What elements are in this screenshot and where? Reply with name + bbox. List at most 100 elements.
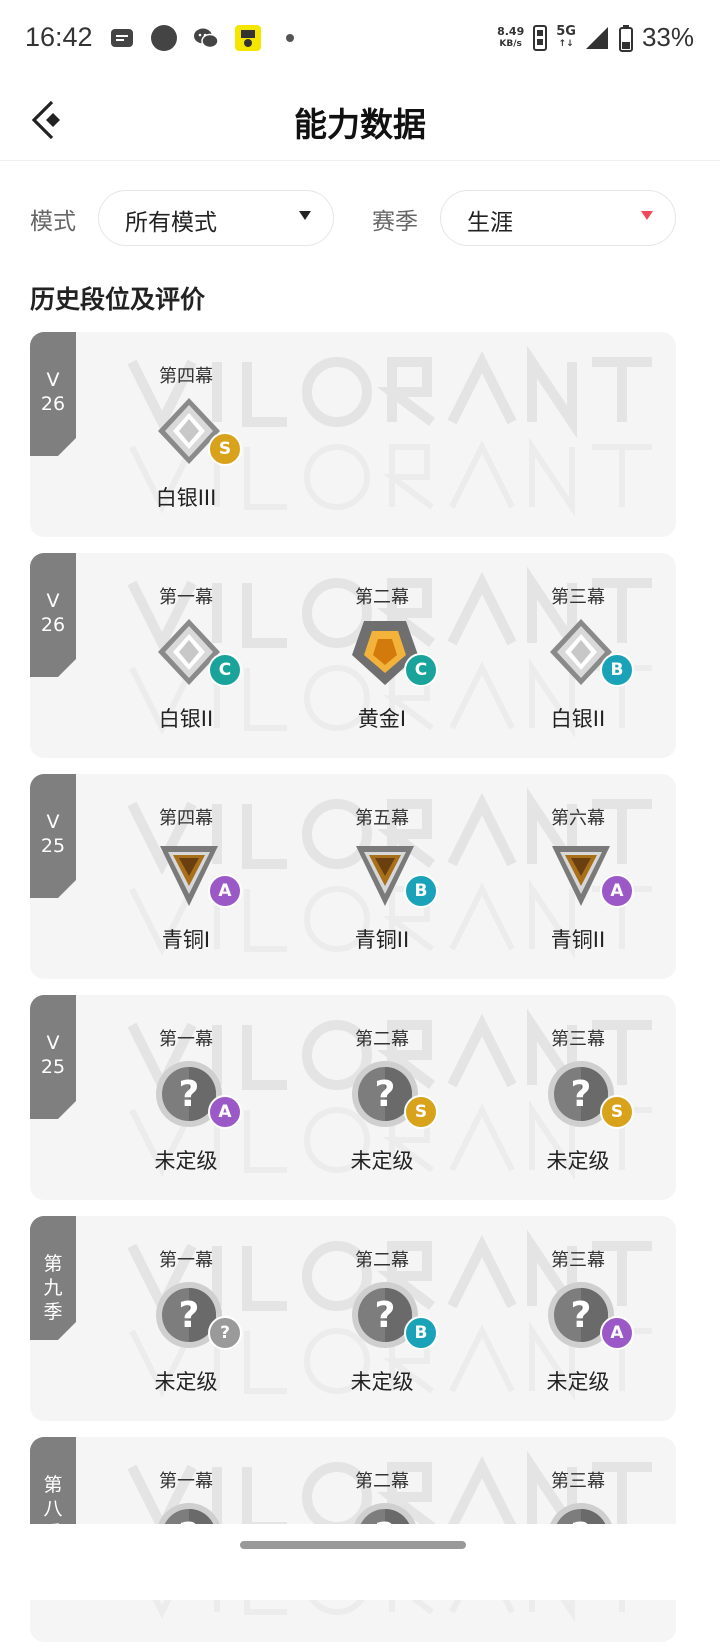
mode-label: 模式	[30, 209, 76, 235]
act-entry[interactable]: 第五幕 B 青铜II	[284, 774, 480, 979]
page-title: 能力数据	[294, 105, 426, 144]
status-right: 8.49 KB/s 5G ↑↓ 33%	[497, 22, 694, 53]
rank-name: 未定级	[350, 1149, 414, 1173]
season-card: V 25 第一幕? A 未定级 第二幕? S 未定级 第三幕? S 未定级	[30, 995, 676, 1200]
grade-badge: C	[404, 653, 438, 687]
svg-text:?: ?	[571, 1074, 592, 1115]
grade-badge: S	[600, 1095, 634, 1129]
header: 能力数据	[0, 80, 720, 161]
season-tag-label: V 25	[40, 811, 66, 857]
act-label: 第五幕	[355, 808, 409, 829]
svg-text:?: ?	[179, 1295, 200, 1336]
notification-icons	[108, 24, 304, 52]
grade-badge: B	[404, 874, 438, 908]
act-label: 第四幕	[159, 808, 213, 829]
season-tag-label: V 26	[40, 369, 66, 415]
signal-icon	[585, 26, 608, 49]
act-entry[interactable]: 第二幕? S 未定级	[284, 995, 480, 1200]
act-entry[interactable]: 第一幕? A 未定级	[88, 995, 284, 1200]
season-select[interactable]: 生涯	[440, 190, 676, 246]
rank-name: 黄金I	[357, 707, 407, 731]
message-icon	[111, 29, 133, 47]
season-select-value: 生涯	[467, 210, 513, 236]
grade-badge: A	[600, 1316, 634, 1350]
act-entry[interactable]: 第四幕 A 青铜I	[88, 774, 284, 979]
rank-name: 白银II	[550, 707, 606, 731]
rank-name: 未定级	[546, 1149, 610, 1173]
grade-badge: S	[404, 1095, 438, 1129]
network-speed-value: 8.49	[497, 24, 525, 38]
grade-badge: B	[404, 1316, 438, 1350]
act-entry[interactable]: 第一幕?? 未定级	[88, 1216, 284, 1421]
act-entry[interactable]: 第一幕 C 白银II	[88, 553, 284, 758]
mode-select-value: 所有模式	[125, 210, 217, 236]
act-label: 第二幕	[355, 1029, 409, 1050]
mode-select[interactable]: 所有模式	[98, 190, 334, 246]
filter-bar: 模式 所有模式 赛季 生涯	[30, 190, 680, 246]
act-label: 第六幕	[551, 808, 605, 829]
act-label: 第二幕	[355, 1250, 409, 1271]
season-label: 赛季	[372, 209, 418, 235]
rank-name: 白银II	[158, 707, 214, 731]
caret-down-icon	[299, 211, 311, 220]
rank-name: 青铜I	[161, 928, 211, 952]
season-card: V 25 第四幕 A 青铜I 第五幕 B 青铜II 第六幕 A 青铜II	[30, 774, 676, 979]
bottom-area	[0, 1524, 720, 1600]
svg-text:?: ?	[179, 1074, 200, 1115]
act-label: 第一幕	[159, 1029, 213, 1050]
act-entry[interactable]: 第三幕 B 白银II	[480, 553, 676, 758]
act-entry[interactable]: 第六幕 A 青铜II	[480, 774, 676, 979]
app-badge-icon	[235, 25, 261, 51]
rank-name: 青铜II	[550, 928, 606, 952]
grade-badge: B	[600, 653, 634, 687]
grade-badge: ?	[208, 1316, 242, 1350]
act-entry[interactable]: 第四幕 S 白银III	[88, 332, 284, 537]
battery-icon	[618, 24, 633, 52]
act-entry[interactable]: 第三幕? A 未定级	[480, 1216, 676, 1421]
rank-name: 青铜II	[354, 928, 410, 952]
rank-name: 白银III	[155, 486, 217, 510]
home-indicator[interactable]	[240, 1541, 466, 1549]
act-label: 第三幕	[551, 587, 605, 608]
grade-badge: C	[208, 653, 242, 687]
caret-down-icon	[641, 211, 653, 220]
act-entry[interactable]: 第三幕? S 未定级	[480, 995, 676, 1200]
network-type: 5G ↑↓	[556, 25, 576, 51]
grade-badge: S	[208, 432, 242, 466]
network-type-label: 5G	[556, 23, 576, 39]
act-label: 第一幕	[159, 1250, 213, 1271]
sim-icon	[533, 24, 548, 51]
rank-name: 未定级	[154, 1370, 218, 1394]
season-card: V 26 第一幕 C 白银II 第二幕 C 黄金I 第三幕 B 白银II	[30, 553, 676, 758]
battery-percent: 33%	[641, 22, 694, 52]
act-label: 第二幕	[355, 587, 409, 608]
act-entry[interactable]: 第二幕? B 未定级	[284, 1216, 480, 1421]
grade-badge: A	[208, 1095, 242, 1129]
act-entry[interactable]: 第二幕 C 黄金I	[284, 553, 480, 758]
wechat-icon	[194, 28, 219, 49]
network-speed: 8.49 KB/s	[497, 24, 525, 50]
svg-text:?: ?	[375, 1074, 396, 1115]
rank-name: 未定级	[546, 1370, 610, 1394]
act-label: 第四幕	[159, 366, 213, 387]
grade-badge: A	[208, 874, 242, 908]
act-label: 第三幕	[551, 1029, 605, 1050]
network-speed-unit: KB/s	[499, 38, 522, 49]
rank-name: 未定级	[154, 1149, 218, 1173]
svg-text:?: ?	[375, 1295, 396, 1336]
season-tag-label: V 25	[40, 1032, 66, 1078]
grade-badge: A	[600, 874, 634, 908]
dot-icon	[286, 34, 294, 42]
status-bar: 16:42 8.49 KB/s 5G ↑↓ 33%	[0, 0, 720, 80]
season-card: 第 九 季第一幕?? 未定级 第二幕? B 未定级 第三幕? A 未定级	[30, 1216, 676, 1421]
rank-name: 未定级	[350, 1370, 414, 1394]
act-label: 第一幕	[159, 587, 213, 608]
season-card: V 26 第四幕 S 白银III	[30, 332, 676, 537]
act-label: 第二幕	[355, 1471, 409, 1492]
season-tag-label: 第 九 季	[43, 1253, 63, 1323]
circle-app-icon	[151, 25, 177, 51]
season-tag-label: V 26	[40, 590, 66, 636]
section-title: 历史段位及评价	[30, 285, 206, 314]
act-label: 第三幕	[551, 1471, 605, 1492]
status-time: 16:42	[25, 22, 93, 52]
